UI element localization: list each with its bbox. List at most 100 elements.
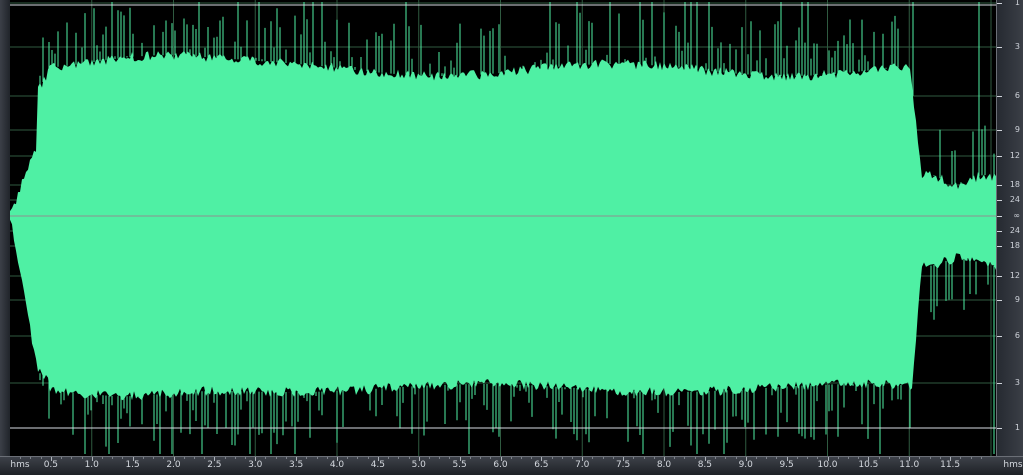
time-minor-tick — [551, 457, 553, 459]
time-minor-tick — [398, 457, 400, 459]
time-minor-tick — [30, 457, 32, 459]
time-label: 7.0 — [575, 460, 590, 470]
time-minor-tick — [612, 457, 614, 459]
db-tick — [997, 200, 1002, 201]
time-ruler[interactable]: hms hms 0.5 1.0 1.5 2.0 2.5 3.0 3.5 4.0 4.5 5.0 5.… — [0, 456, 1023, 475]
time-minor-tick — [694, 457, 696, 459]
db-ruler: 1 3 6 9 12 18 24 ∞ 24 18 12 9 6 3 1 — [996, 0, 1023, 456]
db-tick — [997, 276, 1002, 277]
time-minor-tick — [367, 457, 369, 459]
time-minor-tick — [776, 457, 778, 459]
time-minor-tick — [715, 457, 717, 459]
time-minor-tick — [480, 457, 482, 459]
time-label: 7.5 — [615, 460, 631, 470]
db-label: 3 — [1014, 42, 1020, 51]
time-minor-tick — [357, 457, 359, 459]
time-label: 0.5 — [43, 460, 59, 470]
time-minor-tick — [847, 457, 849, 459]
time-minor-tick — [101, 457, 103, 459]
time-minor-tick — [899, 457, 901, 459]
db-tick — [997, 336, 1002, 337]
db-tick — [997, 231, 1002, 232]
time-label: 9.5 — [779, 460, 794, 470]
time-minor-tick — [469, 457, 471, 459]
time-minor-tick — [766, 457, 768, 459]
time-minor-tick — [633, 457, 635, 459]
time-minor-tick — [163, 457, 165, 459]
time-minor-tick — [520, 457, 522, 459]
db-label: 1 — [1014, 423, 1020, 432]
time-minor-tick — [878, 457, 880, 459]
db-tick — [997, 246, 1002, 247]
time-minor-tick — [807, 457, 809, 459]
db-label: 18 — [1009, 180, 1020, 189]
db-label: 6 — [1014, 91, 1020, 100]
time-minor-tick — [388, 457, 390, 459]
time-label: 6.0 — [493, 460, 508, 470]
time-label: 2.5 — [207, 460, 222, 470]
time-label: 2.0 — [166, 460, 181, 470]
time-minor-tick — [275, 457, 277, 459]
waveform-body — [10, 50, 996, 401]
time-minor-tick — [643, 457, 645, 459]
time-minor-tick — [265, 457, 267, 459]
waveform-display[interactable] — [10, 0, 996, 456]
db-label: 6 — [1014, 331, 1020, 340]
time-label: 6.5 — [534, 460, 549, 470]
time-minor-tick — [561, 457, 563, 459]
time-label: 11.0 — [899, 460, 920, 470]
time-label: 8.0 — [656, 460, 672, 470]
time-minor-tick — [929, 457, 931, 459]
time-minor-tick — [592, 457, 594, 459]
time-minor-tick — [725, 457, 727, 459]
db-label: 18 — [1009, 241, 1020, 250]
db-label: 24 — [1009, 226, 1020, 235]
time-minor-tick — [796, 457, 798, 459]
time-label: 10.0 — [817, 460, 838, 470]
time-minor-tick — [40, 457, 42, 459]
time-minor-tick — [970, 457, 972, 459]
time-minor-tick — [81, 457, 83, 459]
db-tick — [997, 156, 1002, 157]
db-tick — [997, 47, 1002, 48]
db-tick — [997, 96, 1002, 97]
time-minor-tick — [193, 457, 195, 459]
time-minor-tick — [572, 457, 574, 459]
time-minor-tick — [61, 457, 63, 459]
time-minor-tick — [428, 457, 430, 459]
time-label: 3.0 — [248, 460, 263, 470]
time-minor-tick — [439, 457, 441, 459]
time-label: 5.5 — [452, 460, 467, 470]
time-minor-tick — [888, 457, 890, 459]
time-minor-tick — [153, 457, 155, 459]
time-label: 1.5 — [125, 460, 140, 470]
time-minor-tick — [939, 457, 941, 459]
db-label: 12 — [1009, 151, 1020, 160]
time-label: 1.0 — [84, 460, 99, 470]
time-label: 3.5 — [288, 460, 304, 470]
time-minor-tick — [306, 457, 308, 459]
time-minor-tick — [960, 457, 962, 459]
db-tick — [997, 383, 1002, 384]
time-minor-tick — [817, 457, 819, 459]
time-label: 9.0 — [738, 460, 753, 470]
db-tick — [997, 428, 1002, 429]
time-label: 5.0 — [411, 460, 426, 470]
time-minor-tick — [408, 457, 410, 459]
db-label: 9 — [1014, 125, 1020, 134]
db-tick — [997, 3, 1002, 4]
time-minor-tick — [20, 457, 22, 459]
time-minor-tick — [204, 457, 206, 459]
time-label: 10.5 — [858, 460, 879, 470]
time-minor-tick — [674, 457, 676, 459]
time-minor-tick — [980, 457, 982, 459]
db-tick — [997, 300, 1002, 301]
time-label: 8.5 — [697, 460, 713, 470]
time-minor-tick — [684, 457, 686, 459]
time-minor-tick — [531, 457, 533, 459]
time-unit-left: hms — [10, 460, 30, 470]
time-minor-tick — [919, 457, 921, 459]
time-minor-tick — [142, 457, 144, 459]
db-tick — [997, 216, 1002, 217]
time-minor-tick — [224, 457, 226, 459]
